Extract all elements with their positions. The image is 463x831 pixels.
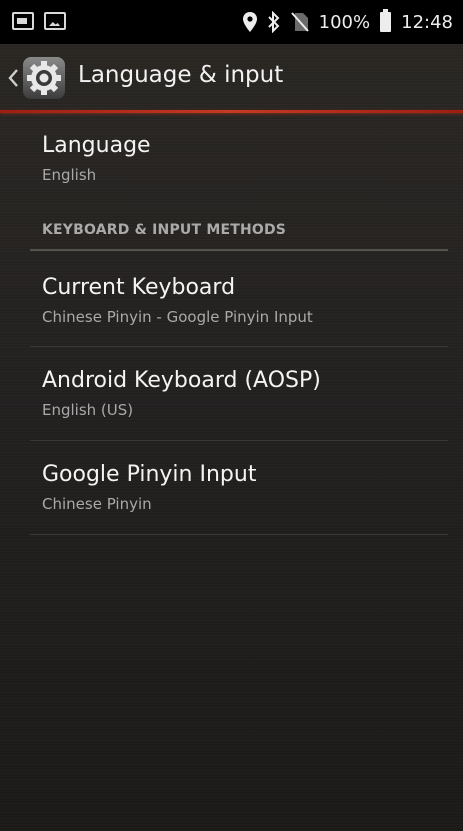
settings-gear-icon[interactable] [22, 56, 66, 100]
status-bar-system: 100% 12:48 [242, 8, 453, 36]
location-icon [242, 12, 257, 32]
setting-item-summary: Chinese Pinyin [42, 495, 152, 513]
list-divider [30, 534, 448, 535]
setting-item-title: Google Pinyin Input [42, 462, 257, 487]
setting-item-title: Language [42, 133, 151, 158]
setting-item-summary: Chinese Pinyin - Google Pinyin Input [42, 308, 313, 326]
action-bar: Language & input [0, 44, 463, 112]
chevron-left-icon[interactable] [6, 66, 22, 90]
list-divider [30, 346, 448, 347]
setting-item-title: Android Keyboard (AOSP) [42, 368, 321, 393]
category-header-keyboard: KEYBOARD & INPUT METHODS [42, 222, 287, 238]
list-divider [30, 440, 448, 441]
bluetooth-icon [267, 11, 280, 33]
battery-icon [380, 9, 392, 32]
page-title: Language & input [78, 62, 284, 88]
battery-percentage: 100% [318, 11, 371, 33]
category-divider [30, 249, 448, 251]
clock: 12:48 [401, 11, 453, 33]
setting-item-title: Current Keyboard [42, 275, 236, 300]
setting-item-summary: English [42, 166, 97, 184]
no-sim-icon [290, 12, 309, 32]
setting-item-android-keyboard[interactable]: Android Keyboard (AOSP) English (US) [30, 367, 448, 420]
status-bar: 100% 12:48 [0, 0, 463, 44]
screenshot-icon [12, 12, 34, 30]
action-bar-divider [0, 110, 463, 113]
setting-item-language[interactable]: Language English [30, 132, 448, 185]
settings-screen: 100% 12:48 Language & input Language Eng… [0, 0, 463, 831]
setting-item-google-pinyin[interactable]: Google Pinyin Input Chinese Pinyin [30, 461, 448, 514]
setting-item-current-keyboard[interactable]: Current Keyboard Chinese Pinyin - Google… [30, 274, 448, 327]
status-bar-notifications [12, 12, 66, 30]
image-icon [44, 12, 66, 30]
setting-item-summary: English (US) [42, 401, 134, 419]
